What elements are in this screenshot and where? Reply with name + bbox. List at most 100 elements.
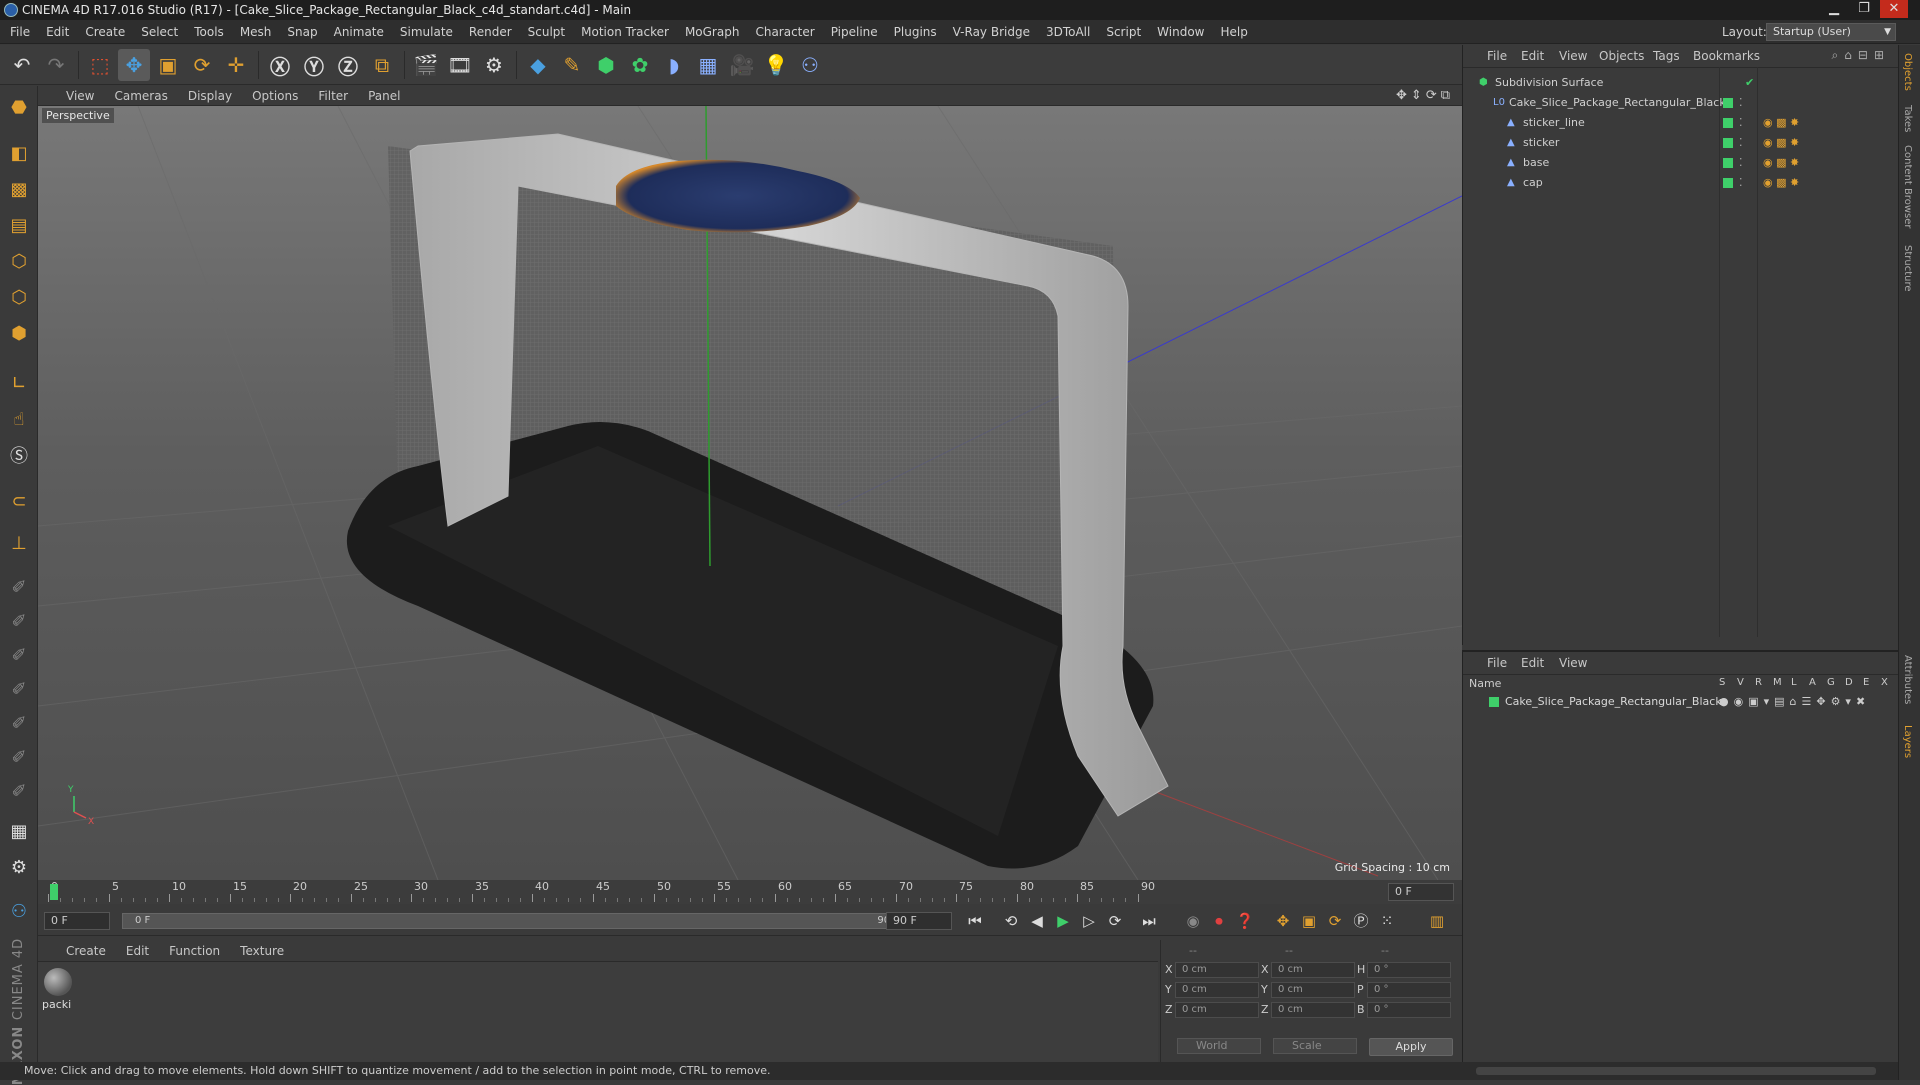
coord-value-field[interactable]: 0 °: [1367, 982, 1451, 998]
subdivision-surface-icon[interactable]: ⬢: [590, 49, 622, 81]
coordinate-system-icon[interactable]: ⧉: [366, 49, 398, 81]
material-tag-icons[interactable]: ◉ ▩ ✸: [1763, 113, 1799, 133]
next-frame-icon[interactable]: ▷: [1078, 911, 1100, 931]
viewport-menu-options[interactable]: Options: [242, 86, 308, 106]
object-name[interactable]: sticker: [1523, 133, 1559, 153]
workplane-mode-icon[interactable]: ▤: [4, 210, 34, 240]
object-tree-row[interactable]: ⬢ Subdivision Surface ✔: [1463, 73, 1899, 93]
tab-content-browser[interactable]: Content Browser: [1902, 145, 1913, 228]
sculpt-smooth-icon[interactable]: ✐: [4, 606, 34, 636]
close-button[interactable]: ✕: [1880, 0, 1908, 18]
layer-toggle-icons[interactable]: ●◉▣▾▤⌂☰✥⚙▾✖: [1719, 695, 1870, 708]
coord-value-field[interactable]: 0 °: [1367, 1002, 1451, 1018]
om-menu-tags[interactable]: Tags: [1653, 49, 1680, 63]
coord-value-field[interactable]: 0 cm: [1271, 1002, 1355, 1018]
redo-icon[interactable]: ↷: [40, 49, 72, 81]
coord-value-field[interactable]: 0 cm: [1175, 1002, 1259, 1018]
maximize-button[interactable]: ❐: [1850, 0, 1878, 18]
menu-script[interactable]: Script: [1098, 20, 1149, 44]
material-tag-icons[interactable]: ◉ ▩ ✸: [1763, 133, 1799, 153]
menu-simulate[interactable]: Simulate: [392, 20, 461, 44]
camera-icon[interactable]: 🎥: [726, 49, 758, 81]
menu-motion-tracker[interactable]: Motion Tracker: [573, 20, 677, 44]
light-icon[interactable]: 💡: [760, 49, 792, 81]
points-mode-icon[interactable]: ⬡: [4, 246, 34, 276]
axis-mode-icon[interactable]: ∟: [4, 368, 34, 398]
object-tree-row[interactable]: L0 Cake_Slice_Package_Rectangular_Black ⁚: [1463, 93, 1899, 113]
viewport-menu-view[interactable]: View: [56, 86, 104, 106]
play-icon[interactable]: ▶: [1052, 911, 1074, 931]
current-frame-field[interactable]: 0 F: [1388, 883, 1454, 901]
om-menu-objects[interactable]: Objects: [1599, 49, 1644, 63]
layer-column-header[interactable]: D: [1845, 677, 1853, 688]
sculpt-pinch-icon[interactable]: ✐: [4, 742, 34, 772]
material-tag-icons[interactable]: ◉ ▩ ✸: [1763, 153, 1799, 173]
layer-column-header[interactable]: X: [1881, 677, 1888, 688]
minimize-button[interactable]: ▁: [1820, 0, 1848, 18]
key-pla-icon[interactable]: ⁙: [1376, 911, 1398, 931]
go-to-start-icon[interactable]: ⏮: [964, 911, 986, 931]
menu-file[interactable]: File: [2, 20, 38, 44]
sculpt-grab-icon[interactable]: ✐: [4, 640, 34, 670]
python-script-icon[interactable]: ⚇: [4, 896, 34, 926]
render-view-icon[interactable]: 🎬: [410, 49, 442, 81]
y-axis-lock-icon[interactable]: Ⓨ: [298, 49, 330, 81]
make-editable-icon[interactable]: ⬣: [4, 92, 34, 122]
checkerboard-icon[interactable]: ▦: [4, 816, 34, 846]
undo-icon[interactable]: ↶: [6, 49, 38, 81]
timeline-ruler[interactable]: 051015202530354045505560657075808590 0 F: [38, 880, 1462, 904]
object-tree-row[interactable]: ▲ sticker_line ⁚ ◉ ▩ ✸: [1463, 113, 1899, 133]
menu-animate[interactable]: Animate: [326, 20, 392, 44]
coord-value-field[interactable]: 0 °: [1367, 962, 1451, 978]
om-menu-view[interactable]: View: [1559, 49, 1587, 63]
menu-help[interactable]: Help: [1212, 20, 1255, 44]
layer-column-header[interactable]: R: [1755, 677, 1762, 688]
scrollbar-thumb[interactable]: [1476, 1067, 1876, 1075]
polygons-mode-icon[interactable]: ⬢: [4, 318, 34, 348]
object-name[interactable]: cap: [1523, 173, 1543, 193]
spline-pen-icon[interactable]: ✎: [556, 49, 588, 81]
layer-column-header[interactable]: S: [1719, 677, 1725, 688]
start-frame-field[interactable]: 0 F: [44, 912, 110, 930]
previous-frame-icon[interactable]: ◀: [1026, 911, 1048, 931]
om-menu-bookmarks[interactable]: Bookmarks: [1693, 49, 1760, 63]
horizontal-scrollbar[interactable]: [1462, 1062, 1898, 1080]
tab-structure[interactable]: Structure: [1902, 245, 1913, 292]
sculpt-inflate-icon[interactable]: ✐: [4, 708, 34, 738]
object-name[interactable]: base: [1523, 153, 1549, 173]
previous-key-icon[interactable]: ⟲: [1000, 911, 1022, 931]
coord-value-field[interactable]: 0 cm: [1271, 982, 1355, 998]
viewport-menu-cameras[interactable]: Cameras: [104, 86, 177, 106]
timeline-window-icon[interactable]: ▥: [1426, 911, 1448, 931]
viewport-menu-filter[interactable]: Filter: [308, 86, 358, 106]
lm-menu-view[interactable]: View: [1559, 656, 1587, 670]
menu-mesh[interactable]: Mesh: [232, 20, 280, 44]
go-to-end-icon[interactable]: ⏭: [1138, 911, 1160, 931]
visibility-dots-icon[interactable]: ⁚: [1739, 153, 1743, 173]
layer-color-indicator[interactable]: [1723, 138, 1733, 148]
mograph-cloner-icon[interactable]: ✿: [624, 49, 656, 81]
render-settings-icon[interactable]: ⚙: [478, 49, 510, 81]
tab-layers[interactable]: Layers: [1902, 725, 1913, 758]
menu-create[interactable]: Create: [77, 20, 133, 44]
layout-select[interactable]: Startup (User) ▼: [1766, 23, 1896, 41]
z-axis-lock-icon[interactable]: Ⓩ: [332, 49, 364, 81]
floor-scene-icon[interactable]: ▦: [692, 49, 724, 81]
record-active-objects-icon[interactable]: ◉: [1182, 911, 1204, 931]
visibility-dots-icon[interactable]: ⁚: [1739, 173, 1743, 193]
python-icon[interactable]: ⚇: [794, 49, 826, 81]
lm-menu-edit[interactable]: Edit: [1521, 656, 1544, 670]
lm-menu-file[interactable]: File: [1487, 656, 1507, 670]
rotate-tool-icon[interactable]: ⟳: [186, 49, 218, 81]
layer-color-indicator[interactable]: [1723, 158, 1733, 168]
layer-color-swatch[interactable]: [1489, 697, 1499, 707]
scale-mode-select[interactable]: Scale: [1273, 1038, 1357, 1054]
layer-color-indicator[interactable]: [1723, 178, 1733, 188]
menu-pipeline[interactable]: Pipeline: [823, 20, 886, 44]
deformer-icon[interactable]: ◗: [658, 49, 690, 81]
cube-primitive-icon[interactable]: ◆: [522, 49, 554, 81]
timeline-playhead[interactable]: [50, 884, 58, 900]
object-manager-search-icons[interactable]: ⌕⌂⊟⊞: [1832, 48, 1890, 63]
tab-attributes[interactable]: Attributes: [1902, 655, 1913, 704]
live-selection-icon[interactable]: ⬚: [84, 49, 116, 81]
